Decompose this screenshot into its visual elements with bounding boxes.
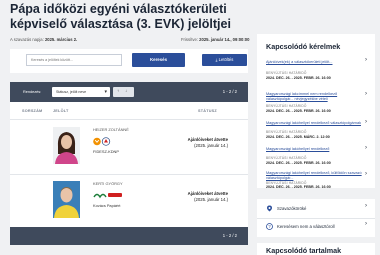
party-name: Kovács Papáért: [93, 203, 121, 208]
pagination-bottom: 1 - 2 / 2: [222, 233, 237, 238]
divider: [10, 174, 248, 175]
related-requests-title: Kapcsolódó kérelmek: [266, 42, 341, 51]
election-day-value: 2025. március 2.: [44, 37, 78, 42]
deadline-date: 2024. DEC. 26. - 2025. FEBR. 26. 16:00: [266, 185, 331, 189]
chevron-right-icon[interactable]: ›: [365, 91, 367, 97]
candidate-name[interactable]: HEIZER ZOLTÁNNÉ: [93, 127, 129, 132]
table-toolbar: Rendezés: Státusz, jelölt neve ▾ ↑ ↓ 1 -…: [10, 82, 248, 102]
deadline-date: 2024. DEC. 26. - 2025. FEBR. 26. 16:00: [266, 161, 331, 165]
deadline-label: BENYÚJTÁSI HATÁRIDŐ: [266, 104, 307, 108]
related-content-title: Kapcsolódó tartalmak: [266, 246, 342, 255]
candidates-table: Rendezés: Státusz, jelölt neve ▾ ↑ ↓ 1 -…: [10, 82, 248, 245]
chevron-right-icon[interactable]: ›: [365, 203, 367, 209]
divider: [10, 119, 248, 120]
related-requests-panel: Kapcsolódó kérelmek Ajánlóívek(ek) a vál…: [257, 34, 375, 189]
chevron-right-icon[interactable]: ›: [365, 57, 367, 63]
quick-links-panel: Szavazóköröké › ? Keresésem nem a válasz…: [257, 199, 375, 237]
help-icon: ?: [266, 223, 273, 230]
chevron-right-icon[interactable]: ›: [365, 221, 367, 227]
chevron-down-icon: ▾: [104, 89, 107, 95]
pagination-top: 1 - 2 / 2: [222, 89, 237, 94]
deadline-date: 2024. DEC. 26. - 2025. MÁRC. 2. 12:00: [266, 135, 330, 139]
related-request-link[interactable]: Magyarországi lakóhellyel rendelkező: [266, 147, 364, 152]
related-request-link[interactable]: Magyarországi lakóhellyel rendelkező vál…: [266, 121, 364, 126]
status-badge: Ajánlóíveket átvette (2025. január 14.): [188, 137, 228, 149]
svg-text:?: ?: [268, 224, 271, 229]
page-title: Pápa időközi egyéni választókerületi kép…: [10, 2, 231, 31]
candidate-photo: [53, 181, 80, 218]
quick-link-voter-register[interactable]: Keresésem nem a választóroll: [277, 224, 335, 229]
related-request-link[interactable]: Magyarországi lakcímmel nem rendelkező v…: [266, 92, 364, 102]
chevron-right-icon[interactable]: ›: [365, 171, 367, 177]
table-row[interactable]: HEIZER ZOLTÁNNÉ FIDESZ-KDNP Ajánlóíveket…: [10, 124, 248, 180]
election-day-label: A szavazás napja:: [10, 37, 44, 42]
search-button[interactable]: Keresés: [132, 53, 185, 67]
deadline-label: BENYÚJTÁSI HATÁRIDŐ: [266, 130, 307, 134]
deadline-date: 2024. DEC. 26. - 2025. FEBR. 26. 16:00: [266, 109, 331, 113]
deadline-label: BENYÚJTÁSI HATÁRIDŐ: [266, 156, 307, 160]
sort-select[interactable]: Státusz, jelölt neve ▾: [52, 87, 110, 97]
table-row[interactable]: KERTI GYÖRGY Kovács Papáért Ajánlóíveket…: [10, 178, 248, 234]
updated-label: Frissítve:: [181, 37, 198, 42]
status-date: (2025. január 14.): [194, 197, 228, 202]
status-badge: Ajánlóíveket átvette (2025. január 14.): [188, 191, 228, 203]
search-input[interactable]: [26, 54, 122, 66]
related-content-panel: Kapcsolódó tartalmak: [257, 243, 375, 255]
candidate-name[interactable]: KERTI GYÖRGY: [93, 181, 123, 186]
sort-desc-icon[interactable]: ↓: [125, 88, 127, 93]
divider: [257, 218, 375, 219]
download-label: Letöltés: [218, 57, 234, 62]
party-logo-icon: [93, 193, 122, 199]
party-name: FIDESZ-KDNP: [93, 149, 119, 154]
map-pin-icon: [267, 205, 272, 212]
chevron-right-icon[interactable]: ›: [365, 119, 367, 125]
search-panel: Keresés ⤓ Letöltés: [10, 49, 248, 73]
column-header-candidate: JELÖLT: [53, 109, 69, 113]
sort-label: Rendezés:: [23, 90, 42, 94]
deadline-date: 2024. DEC. 26. - 2025. FEBR. 26. 16:00: [266, 76, 331, 80]
table-footer: 1 - 2 / 2: [10, 227, 248, 245]
status-date: (2025. január 14.): [194, 143, 228, 148]
related-request-link[interactable]: Ajánlóívek(ek) a választókerületi jelölt…: [266, 60, 364, 65]
party-logo-icon: [93, 137, 111, 146]
chevron-right-icon[interactable]: ›: [365, 145, 367, 151]
column-header-number: SORSZÁM: [22, 109, 43, 113]
sort-select-value: Státusz, jelölt neve: [56, 90, 87, 94]
sort-direction-toggle[interactable]: ↑ ↓: [113, 87, 134, 97]
download-button[interactable]: ⤓ Letöltés: [202, 54, 247, 66]
deadline-label: BENYÚJTÁSI HATÁRIDŐ: [266, 71, 307, 75]
quick-link-polling-stations[interactable]: Szavazóköröké: [277, 206, 306, 211]
candidate-photo: [53, 127, 80, 164]
sort-asc-icon[interactable]: ↑: [117, 88, 119, 93]
updated-value: 2025. január 14., 09:00:00: [199, 37, 250, 42]
column-header-status: STÁTUSZ: [198, 109, 217, 113]
download-icon: ⤓: [215, 57, 218, 62]
related-request-link[interactable]: Magyarországi lakóhellyel rendelkező, kü…: [266, 171, 364, 181]
